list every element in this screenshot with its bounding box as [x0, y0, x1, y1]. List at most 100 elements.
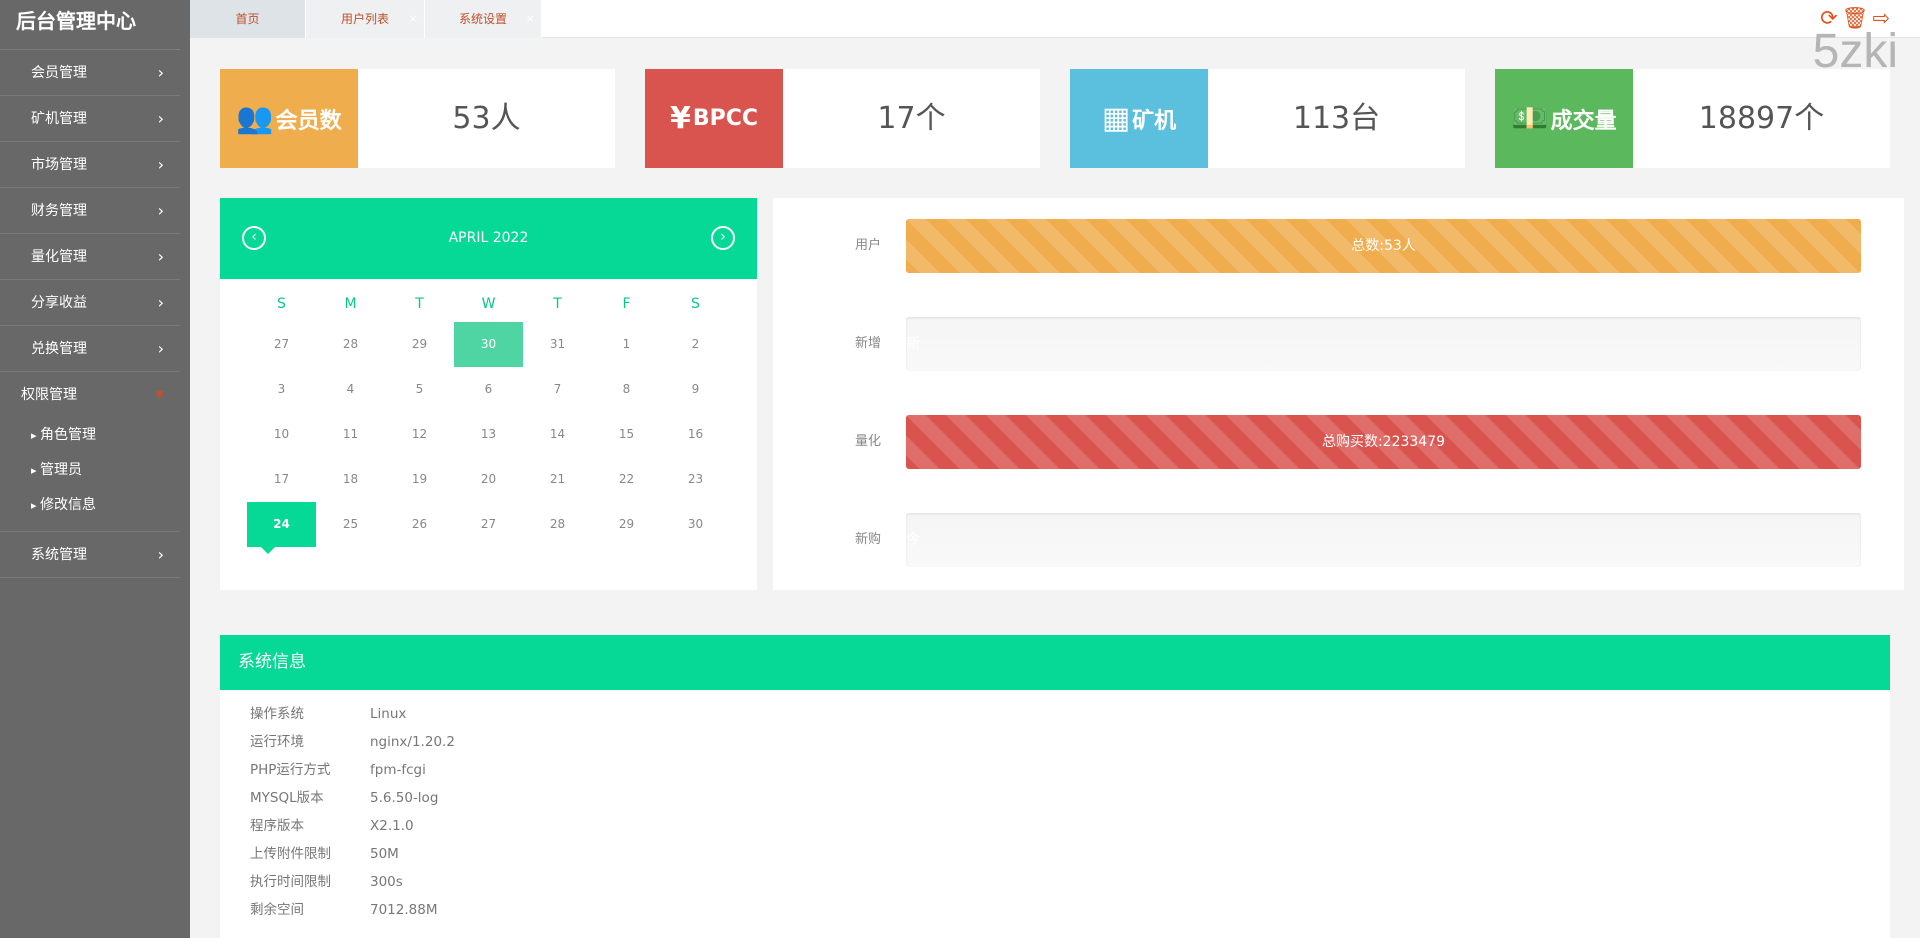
info-value: fpm-fcgi	[370, 762, 426, 778]
info-key: MYSQL版本	[250, 790, 324, 806]
system-info-row: 执行时间限制 300s	[220, 868, 1890, 896]
weekday-label: S	[691, 296, 700, 312]
info-value: X2.1.0	[370, 818, 414, 834]
progress-bar: 新	[906, 317, 1861, 371]
calendar-day[interactable]: 31	[523, 322, 592, 367]
system-info-row: 操作系统 Linux	[220, 700, 1890, 728]
tab[interactable]: 用户列表 ×	[306, 0, 425, 38]
weekday-label: F	[622, 296, 631, 312]
info-key: PHP运行方式	[250, 762, 331, 778]
calendar-day[interactable]: 5	[385, 367, 454, 412]
calendar-day[interactable]: 25	[316, 502, 385, 547]
close-icon[interactable]: ×	[526, 0, 535, 38]
sidebar-item[interactable]: 财务管理 ›	[0, 188, 180, 234]
calendar-day[interactable]: 27	[247, 322, 316, 367]
info-key: 上传附件限制	[250, 846, 331, 862]
calendar-day[interactable]: 19	[385, 457, 454, 502]
calendar-day[interactable]: 11	[316, 412, 385, 457]
sidebar-item-label: 兑换管理	[31, 341, 87, 357]
system-info-row: 上传附件限制 50M	[220, 840, 1890, 868]
progress-row: 新增 新	[773, 317, 1904, 371]
calendar-day[interactable]: 20	[454, 457, 523, 502]
calendar-day[interactable]: 29	[385, 322, 454, 367]
progress-fill: 总购买数:2233479	[906, 415, 1861, 469]
progress-bar: 总数:53人	[906, 219, 1861, 273]
calendar-day[interactable]: 12	[385, 412, 454, 457]
prev-month-icon[interactable]: ‹	[242, 226, 266, 250]
weekday-label: W	[481, 296, 496, 312]
chevron-right-icon: ›	[157, 247, 164, 266]
calendar-day[interactable]: 24	[247, 502, 316, 554]
system-info-row: 程序版本 X2.1.0	[220, 812, 1890, 840]
calendar-day[interactable]: 29	[592, 502, 661, 547]
calendar-day[interactable]: 30	[661, 502, 730, 547]
calendar-day[interactable]: 3	[247, 367, 316, 412]
calendar-day[interactable]: 9	[661, 367, 730, 412]
close-icon[interactable]: ×	[409, 0, 418, 38]
calendar-day[interactable]: 21	[523, 457, 592, 502]
info-key: 执行时间限制	[250, 874, 331, 890]
system-info-row: 剩余空间 7012.88M	[220, 896, 1890, 924]
calendar-day[interactable]: 28	[316, 322, 385, 367]
calendar-day[interactable]: 26	[385, 502, 454, 547]
calendar-day[interactable]: 17	[247, 457, 316, 502]
system-info-panel: 系统信息 操作系统 Linux 运行环境 nginx/1.20.2 PHP运行方式 fpm…	[220, 635, 1890, 938]
sidebar-item-system[interactable]: 系统管理 ›	[0, 532, 180, 578]
calendar-day[interactable]: 27	[454, 502, 523, 547]
system-info-row: MYSQL版本 5.6.50-log	[220, 784, 1890, 812]
chevron-right-icon: ›	[157, 201, 164, 220]
progress-bar: 今	[906, 513, 1861, 567]
calendar-day[interactable]: 13	[454, 412, 523, 457]
sidebar-item[interactable]: 矿机管理 ›	[0, 96, 180, 142]
calendar-day[interactable]: 22	[592, 457, 661, 502]
sidebar-item[interactable]: 市场管理 ›	[0, 142, 180, 188]
sidebar-item[interactable]: 会员管理 ›	[0, 50, 180, 96]
calendar-day[interactable]: 7	[523, 367, 592, 412]
calendar-day[interactable]: 18	[316, 457, 385, 502]
info-value: 7012.88M	[370, 902, 438, 918]
chevron-right-icon: ›	[157, 63, 164, 82]
stat-label: 会员数	[275, 108, 342, 134]
info-value: 300s	[370, 874, 403, 890]
next-month-icon[interactable]: ›	[711, 226, 735, 250]
info-value: nginx/1.20.2	[370, 734, 455, 750]
sidebar-item-permissions[interactable]: 权限管理 ▼	[0, 372, 180, 418]
calendar-day[interactable]: 2	[661, 322, 730, 367]
sidebar-item[interactable]: 量化管理 ›	[0, 234, 180, 280]
stat-label: 成交量	[1550, 108, 1617, 134]
submenu-item[interactable]: 角色管理	[0, 418, 180, 453]
progress-label: 新购	[854, 532, 881, 547]
chevron-down-icon: ▼	[155, 388, 164, 401]
calendar-day[interactable]: 1	[592, 322, 661, 367]
tab-label: 系统设置	[458, 12, 507, 26]
calendar-month: APRIL 2022	[448, 230, 529, 246]
sidebar-item[interactable]: 兑换管理 ›	[0, 326, 180, 372]
calendar-day[interactable]: 4	[316, 367, 385, 412]
stat-card: 💵 成交量 18897个	[1495, 69, 1890, 168]
progress-label: 用户	[854, 238, 881, 253]
calendar-day[interactable]: 15	[592, 412, 661, 457]
submenu-item[interactable]: 管理员	[0, 453, 180, 488]
calendar-day[interactable]: 23	[661, 457, 730, 502]
tab[interactable]: 系统设置 ×	[425, 0, 542, 38]
sidebar-item[interactable]: 分享收益 ›	[0, 280, 180, 326]
tab[interactable]: 首页	[190, 0, 306, 38]
sidebar-item-label: 矿机管理	[31, 111, 87, 127]
calendar-day[interactable]: 30	[454, 322, 523, 367]
weekday-label: T	[553, 296, 562, 312]
sidebar-item-label: 市场管理	[31, 157, 87, 173]
calendar-day[interactable]: 10	[247, 412, 316, 457]
sidebar-item-label: 分享收益	[31, 295, 87, 311]
stat-value: 18897个	[1698, 101, 1825, 136]
calendar-day[interactable]: 8	[592, 367, 661, 412]
calendar-day[interactable]: 28	[523, 502, 592, 547]
submenu-item[interactable]: 修改信息	[0, 488, 180, 523]
sidebar-item-label: 权限管理	[21, 387, 77, 403]
calendar-day[interactable]: 6	[454, 367, 523, 412]
calendar-day[interactable]: 16	[661, 412, 730, 457]
progress-bar: 总购买数:2233479	[906, 415, 1861, 469]
calendar-day[interactable]: 14	[523, 412, 592, 457]
progress-row: 用户 总数:53人	[773, 219, 1904, 273]
sidebar-item-label: 会员管理	[31, 65, 87, 81]
progress-panel: 用户 总数:53人 新增 新量化 总购买数:2233479 新购 今	[773, 198, 1904, 590]
